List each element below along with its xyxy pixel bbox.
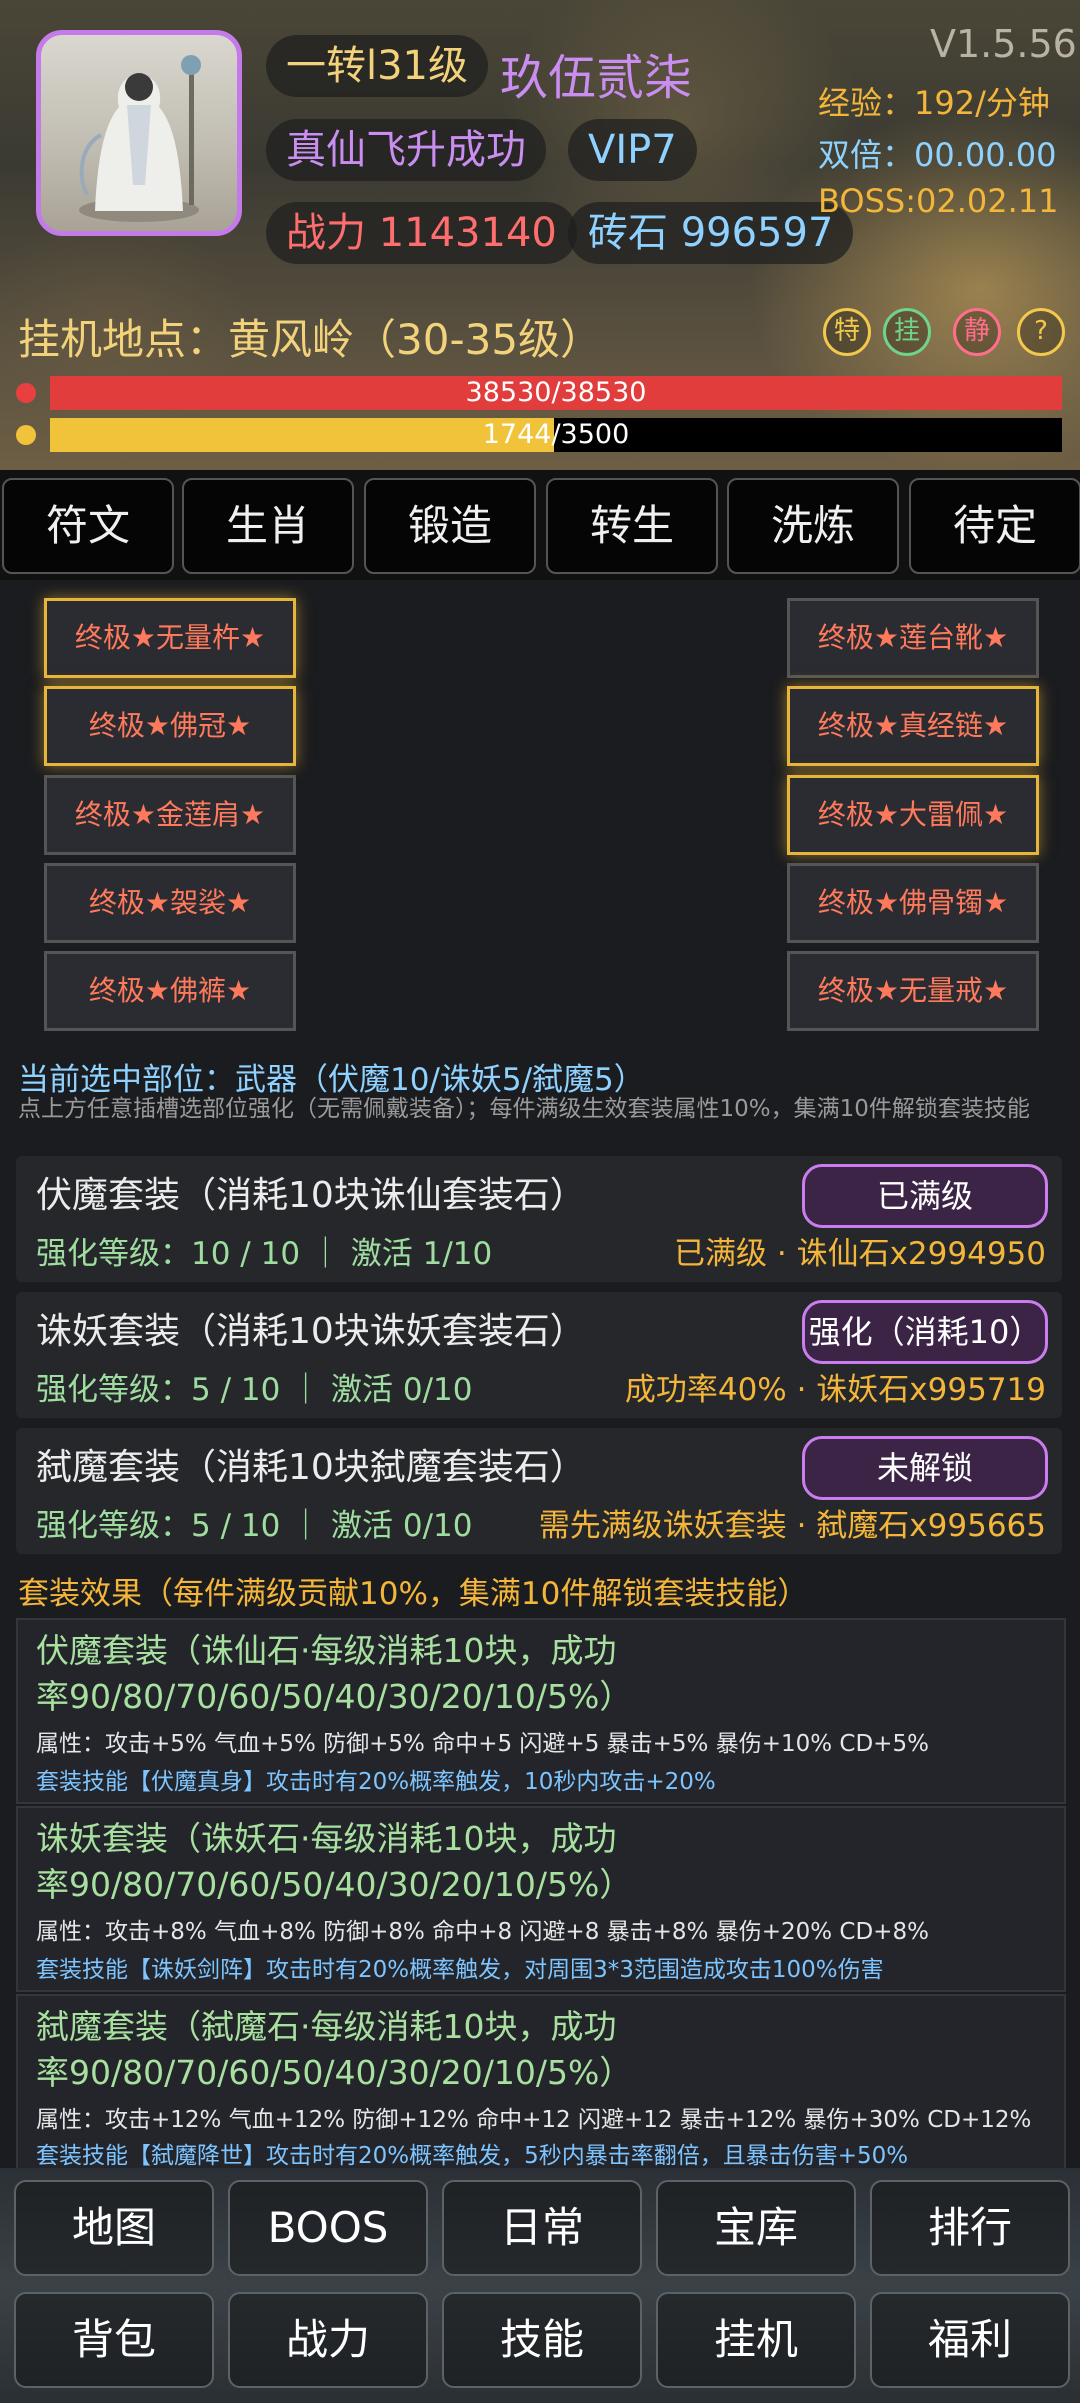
effect-name: 伏魔套装（诛仙石·每级消耗10块，成功率90/80/70/60/50/40/30…: [36, 1631, 633, 1716]
avatar[interactable]: [36, 30, 242, 236]
function-tabs: 符文 生肖 锻造 转生 洗炼 待定: [0, 470, 1080, 580]
set-status: 成功率40% · 诛妖石x995719: [624, 1372, 1046, 1408]
tab-pending[interactable]: 待定: [909, 478, 1080, 574]
nav-daily[interactable]: 日常: [442, 2180, 642, 2276]
equipment-slot-necklace[interactable]: 终极★真经链★: [787, 686, 1039, 766]
player-name: 玖伍贰柒: [500, 50, 693, 106]
nav-afk[interactable]: 挂机: [656, 2292, 856, 2388]
nav-welfare[interactable]: 福利: [870, 2292, 1070, 2388]
set-status: 已满级 · 诛仙石x2994950: [674, 1236, 1046, 1272]
tab-zodiac[interactable]: 生肖: [182, 478, 354, 574]
nav-map[interactable]: 地图: [14, 2180, 214, 2276]
diamond-count: 砖石 996597: [588, 210, 834, 256]
equipment-slot-weapon[interactable]: 终极★无量杵★: [44, 598, 296, 678]
boss-timer: BOSS:02.02.11: [818, 182, 1059, 220]
set-panel-zhuyao: 诛妖套装（消耗10块诛妖套装石） 强化等级：5 / 10 ｜ 激活 0/10 成…: [16, 1292, 1062, 1418]
equipment-slot-boots[interactable]: 终极★莲台靴★: [787, 598, 1039, 678]
nav-backpack[interactable]: 背包: [14, 2292, 214, 2388]
diamond-count-pill: 砖石 996597: [568, 202, 854, 264]
nav-ranking[interactable]: 排行: [870, 2180, 1070, 2276]
character-portrait-icon: [79, 55, 201, 222]
equipment-slot-helmet[interactable]: 终极★佛冠★: [44, 686, 296, 766]
help-icon[interactable]: ?: [1017, 308, 1065, 356]
afk-location: 挂机地点：黄风岭（30-35级）: [18, 315, 603, 364]
ascension-status: 真仙飞升成功: [286, 127, 526, 173]
bottom-navigation: 地图 BOOS 日常 宝库 排行 背包 战力 技能 挂机 福利: [0, 2168, 1080, 2403]
effect-name: 弑魔套装（弑魔石·每级消耗10块，成功率90/80/70/60/50/40/30…: [36, 2007, 633, 2092]
rebirth-level-pill: 一转l31级: [266, 35, 489, 97]
afk-icon[interactable]: 挂: [883, 308, 931, 356]
nav-boss[interactable]: BOOS: [228, 2180, 428, 2276]
vip-label: VIP7: [588, 127, 677, 173]
equipment-slot-pendant[interactable]: 终极★大雷佩★: [787, 775, 1039, 855]
effect-skill: 套装技能【弑魔降世】攻击时有20%概率触发，5秒内暴击率翻倍，且暴击伤害+50%: [36, 2143, 909, 2169]
effect-box-zhuyao: 诛妖套装（诛妖石·每级消耗10块，成功率90/80/70/60/50/40/30…: [16, 1806, 1066, 1992]
nav-skills[interactable]: 技能: [442, 2292, 642, 2388]
effect-skill: 套装技能【伏魔真身】攻击时有20%概率触发，10秒内攻击+20%: [36, 1769, 716, 1795]
maxed-button[interactable]: 已满级: [802, 1164, 1048, 1228]
set-level: 强化等级：10 / 10 ｜ 激活 1/10: [36, 1236, 493, 1272]
vip-badge[interactable]: VIP7: [568, 119, 697, 181]
player-header: 一转l31级 玖伍贰柒 V1.5.56 真仙飞升成功 VIP7 战力 11431…: [0, 0, 1080, 470]
set-title: 伏魔套装（消耗10块诛仙套装石）: [36, 1175, 586, 1216]
set-level: 强化等级：5 / 10 ｜ 激活 0/10: [36, 1508, 473, 1544]
ascension-status-pill: 真仙飞升成功: [266, 119, 546, 181]
effect-skill: 套装技能【诛妖剑阵】攻击时有20%概率触发，对周围3*3范围造成攻击100%伤害: [36, 1957, 884, 1983]
equipment-slot-pants[interactable]: 终极★佛裤★: [44, 951, 296, 1031]
tab-refine[interactable]: 洗炼: [727, 478, 899, 574]
set-effects-title: 套装效果（每件满级贡献10%，集满10件解锁套装技能）: [18, 1576, 809, 1612]
effect-box-shimo: 弑魔套装（弑魔石·每级消耗10块，成功率90/80/70/60/50/40/30…: [16, 1994, 1066, 2172]
hp-text: 38530/38530: [465, 377, 647, 408]
enhance-button[interactable]: 强化（消耗10）: [802, 1300, 1048, 1364]
nav-power[interactable]: 战力: [228, 2292, 428, 2388]
nav-treasury[interactable]: 宝库: [656, 2180, 856, 2276]
exp-bar: 1744/3500: [50, 418, 1062, 452]
equipment-slot-bracelet[interactable]: 终极★佛骨镯★: [787, 863, 1039, 943]
effect-name: 诛妖套装（诛妖石·每级消耗10块，成功率90/80/70/60/50/40/30…: [36, 1819, 633, 1904]
effect-box-fumo: 伏魔套装（诛仙石·每级消耗10块，成功率90/80/70/60/50/40/30…: [16, 1618, 1066, 1804]
exp-rate: 经验：192/分钟: [818, 84, 1050, 122]
effect-attributes: 属性：攻击+12% 气血+12% 防御+12% 命中+12 闪避+12 暴击+1…: [36, 2107, 1032, 2133]
rebirth-level: 一转l31级: [286, 43, 469, 89]
locked-button[interactable]: 未解锁: [802, 1436, 1048, 1500]
special-icon[interactable]: 特: [823, 308, 871, 356]
double-exp-timer: 双倍：00.00.00: [818, 136, 1057, 174]
effect-attributes: 属性：攻击+5% 气血+5% 防御+5% 命中+5 闪避+5 暴击+5% 暴伤+…: [36, 1731, 929, 1757]
combat-power-pill: 战力 1143140: [266, 202, 577, 264]
tab-forge[interactable]: 锻造: [364, 478, 536, 574]
version-label: V1.5.56: [930, 22, 1077, 66]
equipment-slot-armor[interactable]: 终极★袈裟★: [44, 863, 296, 943]
set-panel-shimo: 弑魔套装（消耗10块弑魔套装石） 强化等级：5 / 10 ｜ 激活 0/10 需…: [16, 1428, 1062, 1554]
selected-slot-hint: 点上方任意插槽选部位强化（无需佩戴装备）；每件满级生效套装属性10%，集满10件…: [18, 1096, 1030, 1122]
set-level: 强化等级：5 / 10 ｜ 激活 0/10: [36, 1372, 473, 1408]
set-status: 需先满级诛妖套装 · 弑魔石x995665: [538, 1508, 1046, 1544]
exp-dot-icon: [16, 425, 36, 445]
combat-power: 战力 1143140: [286, 210, 557, 256]
hp-bar: 38530/38530: [50, 376, 1062, 410]
effect-attributes: 属性：攻击+8% 气血+8% 防御+8% 命中+8 闪避+8 暴击+8% 暴伤+…: [36, 1919, 929, 1945]
tab-rune[interactable]: 符文: [2, 478, 174, 574]
set-title: 诛妖套装（消耗10块诛妖套装石）: [36, 1311, 586, 1352]
set-title: 弑魔套装（消耗10块弑魔套装石）: [36, 1447, 586, 1488]
hp-dot-icon: [16, 383, 36, 403]
equipment-slot-shoulder[interactable]: 终极★金莲肩★: [44, 775, 296, 855]
equipment-slot-ring[interactable]: 终极★无量戒★: [787, 951, 1039, 1031]
mute-icon[interactable]: 静: [953, 308, 1001, 356]
set-panel-fumo: 伏魔套装（消耗10块诛仙套装石） 强化等级：10 / 10 ｜ 激活 1/10 …: [16, 1156, 1062, 1282]
exp-text: 1744/3500: [482, 419, 630, 450]
tab-rebirth[interactable]: 转生: [546, 478, 718, 574]
